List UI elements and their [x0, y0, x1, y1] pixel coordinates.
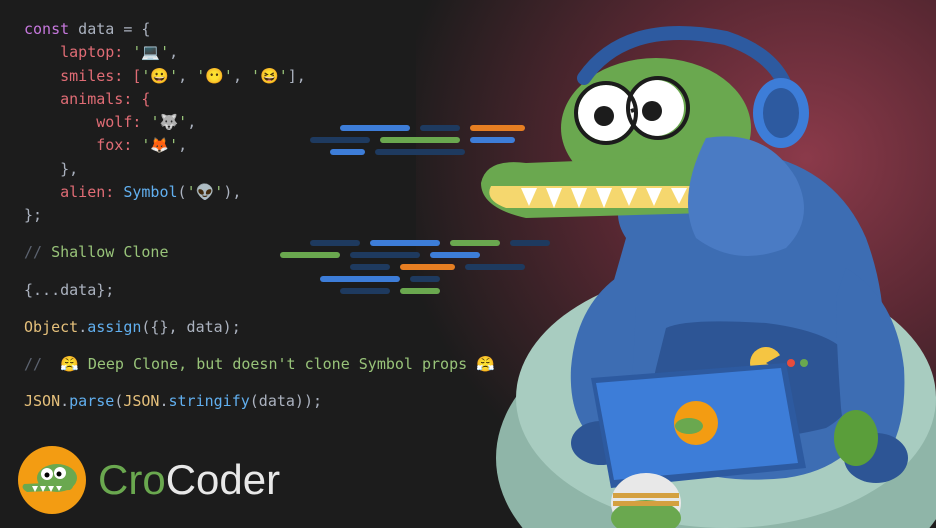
crocoder-logo: CroCoder: [18, 446, 280, 514]
logo-badge: [18, 446, 86, 514]
crocodile-icon: [22, 460, 82, 500]
code-snippet: const data = { laptop: '💻', smiles: ['😀'…: [24, 18, 495, 414]
logo-text: CroCoder: [98, 456, 280, 504]
